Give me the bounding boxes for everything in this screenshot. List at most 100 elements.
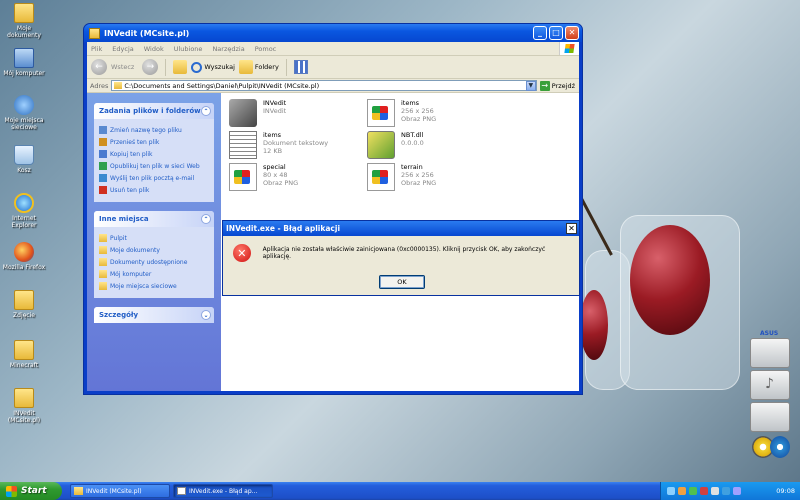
toolbar-separator	[165, 58, 167, 76]
file-detail: INVedit	[263, 107, 287, 115]
taskbar-error-button[interactable]: INVedit.exe - Błąd ap...	[173, 484, 273, 498]
task-link[interactable]: Usuń ten plik	[99, 184, 209, 196]
folders-label: Foldery	[254, 63, 279, 71]
task-link[interactable]: Wyślij ten plik pocztą e-mail	[99, 172, 209, 184]
desktop-icon-label: Moje dokumenty	[7, 25, 41, 39]
dialog-close-button[interactable]: ✕	[566, 223, 577, 234]
taskbar-error-label: INVedit.exe - Błąd ap...	[189, 487, 258, 495]
music-note-icon: ♪	[765, 376, 774, 392]
window-controls: _ □ ✕	[533, 26, 579, 40]
menu-edycja[interactable]: Edycja	[112, 45, 133, 53]
tray-shield-icon[interactable]	[689, 487, 697, 495]
toolbar: ← Wstecz → Wyszukaj Foldery	[87, 56, 579, 79]
dialog-body: ✕ Aplikacja nie została właściwie zainic…	[223, 236, 579, 262]
gadget-document-cube[interactable]	[750, 338, 790, 368]
tray-volume-icon[interactable]	[711, 487, 719, 495]
menu-narzedzia[interactable]: Narzędzia	[212, 45, 244, 53]
place-link[interactable]: Mój komputer	[99, 268, 209, 280]
tray-bluetooth-icon[interactable]	[722, 487, 730, 495]
other-places-title: Inne miejsca	[99, 215, 149, 223]
place-link[interactable]: Moje dokumenty	[99, 244, 209, 256]
task-link[interactable]: Zmień nazwę tego pliku	[99, 124, 209, 136]
file-item[interactable]: special 80 x 48 Obraz PNG	[229, 163, 298, 191]
close-button[interactable]: ✕	[565, 26, 579, 40]
ie-icon	[14, 193, 34, 213]
details-header[interactable]: Szczegóły ⌄	[94, 307, 214, 323]
other-places-header[interactable]: Inne miejsca ⌃	[94, 211, 214, 227]
folder-icon	[89, 27, 100, 39]
desktop-icon[interactable]: Moje miejsca sieciowe	[2, 95, 46, 131]
go-button[interactable]: → Przejdź	[539, 80, 579, 91]
desktop-icon[interactable]: Minecraft	[2, 340, 46, 369]
task-link-label: Wyślij ten plik pocztą e-mail	[110, 174, 195, 182]
tray-app-icon[interactable]	[678, 487, 686, 495]
place-link-label: Pulpit	[110, 234, 127, 242]
desktop-icon[interactable]: Internet Explorer	[2, 193, 46, 229]
file-detail: Obraz PNG	[401, 115, 437, 123]
place-link[interactable]: Dokumenty udostępnione	[99, 256, 209, 268]
file-item[interactable]: items 256 x 256 Obraz PNG	[367, 99, 436, 127]
back-arrow-icon[interactable]: ←	[91, 59, 107, 75]
desktop-icon-label: Mozilla Firefox	[2, 264, 46, 271]
explorer-titlebar[interactable]: INVedit (MCsite.pl) _ □ ✕	[84, 24, 582, 42]
views-icon[interactable]	[293, 60, 308, 74]
place-link[interactable]: Moje miejsca sieciowe	[99, 280, 209, 292]
chevron-up-icon[interactable]: ⌃	[201, 106, 211, 116]
tray-alert-icon[interactable]	[700, 487, 708, 495]
desktop-icon[interactable]: Kosz	[2, 145, 46, 174]
chevron-down-icon[interactable]: ⌄	[201, 310, 211, 320]
desktop-icon[interactable]: Mój komputer	[2, 48, 46, 77]
file-detail: Dokument tekstowy	[263, 139, 329, 147]
net-icon	[14, 95, 34, 115]
menubar: Plik Edycja Widok Ulubione Narzędzia Pom…	[87, 42, 579, 56]
back-button-label[interactable]: Wstecz	[111, 63, 134, 71]
file-detail: 80 x 48	[263, 171, 288, 179]
chevron-up-icon[interactable]: ⌃	[201, 214, 211, 224]
file-tasks-header[interactable]: Zadania plików i folderów ⌃	[94, 103, 214, 119]
menu-pomoc[interactable]: Pomoc	[255, 45, 277, 53]
tray-network-icon[interactable]	[667, 487, 675, 495]
folders-button[interactable]: Foldery	[238, 60, 279, 74]
menu-ulubione[interactable]: Ulubione	[174, 45, 203, 53]
chevron-down-icon[interactable]: ▼	[525, 80, 536, 91]
folder-icon	[99, 234, 107, 242]
file-info: INVedit INVedit	[263, 99, 286, 127]
desktop-icon[interactable]: Moje dokumenty	[2, 3, 46, 39]
up-folder-icon[interactable]	[173, 60, 188, 74]
tray-monitor-icon[interactable]	[733, 487, 741, 495]
globe-icon[interactable]	[770, 436, 790, 458]
ok-button[interactable]: OK	[379, 275, 425, 289]
start-button[interactable]: Start	[0, 482, 62, 500]
taskbar-explorer-button[interactable]: INVedit (MCsite.pl)	[70, 484, 170, 498]
folder-icon	[14, 290, 34, 310]
minimize-button[interactable]: _	[533, 26, 547, 40]
file-name: NBT.dll	[401, 131, 424, 139]
task-link[interactable]: Opublikuj ten plik w sieci Web	[99, 160, 209, 172]
file-item[interactable]: items Dokument tekstowy 12 KB	[229, 131, 328, 159]
dialog-titlebar[interactable]: INVedit.exe - Błąd aplikacji ✕	[223, 221, 579, 236]
gadget-music-cube[interactable]: ♪	[750, 370, 790, 400]
desktop-icon-label: Zdjęcie	[13, 312, 35, 319]
menu-widok[interactable]: Widok	[144, 45, 164, 53]
desktop-icon[interactable]: Mozilla Firefox	[2, 242, 46, 271]
task-link[interactable]: Kopiuj ten plik	[99, 148, 209, 160]
desktop-icon-label: Mój komputer	[3, 70, 45, 77]
search-button[interactable]: Wyszukaj	[191, 61, 235, 73]
file-name: INVedit	[263, 99, 287, 107]
menu-plik[interactable]: Plik	[91, 45, 102, 53]
address-input[interactable]: C:\Documents and Settings\Daniel\Pulpit\…	[111, 80, 537, 91]
desktop-icon[interactable]: INVedit (MCsite.pl)	[2, 388, 46, 424]
place-link[interactable]: Pulpit	[99, 232, 209, 244]
file-item[interactable]: INVedit INVedit	[229, 99, 286, 127]
folder-icon	[99, 270, 107, 278]
task-pane: Zadania plików i folderów ⌃ Zmień nazwę …	[87, 93, 221, 391]
dialog-message: Aplikacja nie została właściwie zainicjo…	[262, 246, 546, 260]
task-link[interactable]: Przenieś ten plik	[99, 136, 209, 148]
file-name: special	[263, 163, 286, 171]
gadget-photo-cube[interactable]	[750, 402, 790, 432]
desktop-icon[interactable]: Zdjęcie	[2, 290, 46, 319]
maximize-button[interactable]: □	[549, 26, 563, 40]
file-item[interactable]: NBT.dll 0.0.0.0	[367, 131, 424, 159]
file-item[interactable]: terrain 256 x 256 Obraz PNG	[367, 163, 436, 191]
forward-arrow-icon[interactable]: →	[142, 59, 159, 75]
